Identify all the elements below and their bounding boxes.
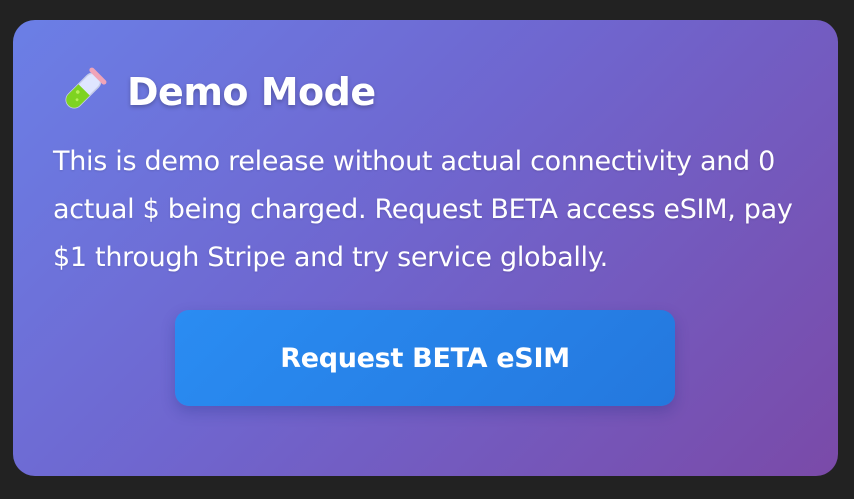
request-beta-esim-label: Request BETA eSIM <box>280 342 570 374</box>
card-description: This is demo release without actual conn… <box>53 146 793 273</box>
request-beta-esim-button[interactable]: Request BETA eSIM <box>175 310 675 406</box>
test-tube-icon <box>55 65 109 119</box>
card-header: Demo Mode <box>55 64 376 120</box>
card-title: Demo Mode <box>127 70 376 114</box>
demo-mode-card: Demo Mode This is demo release without a… <box>13 20 838 476</box>
